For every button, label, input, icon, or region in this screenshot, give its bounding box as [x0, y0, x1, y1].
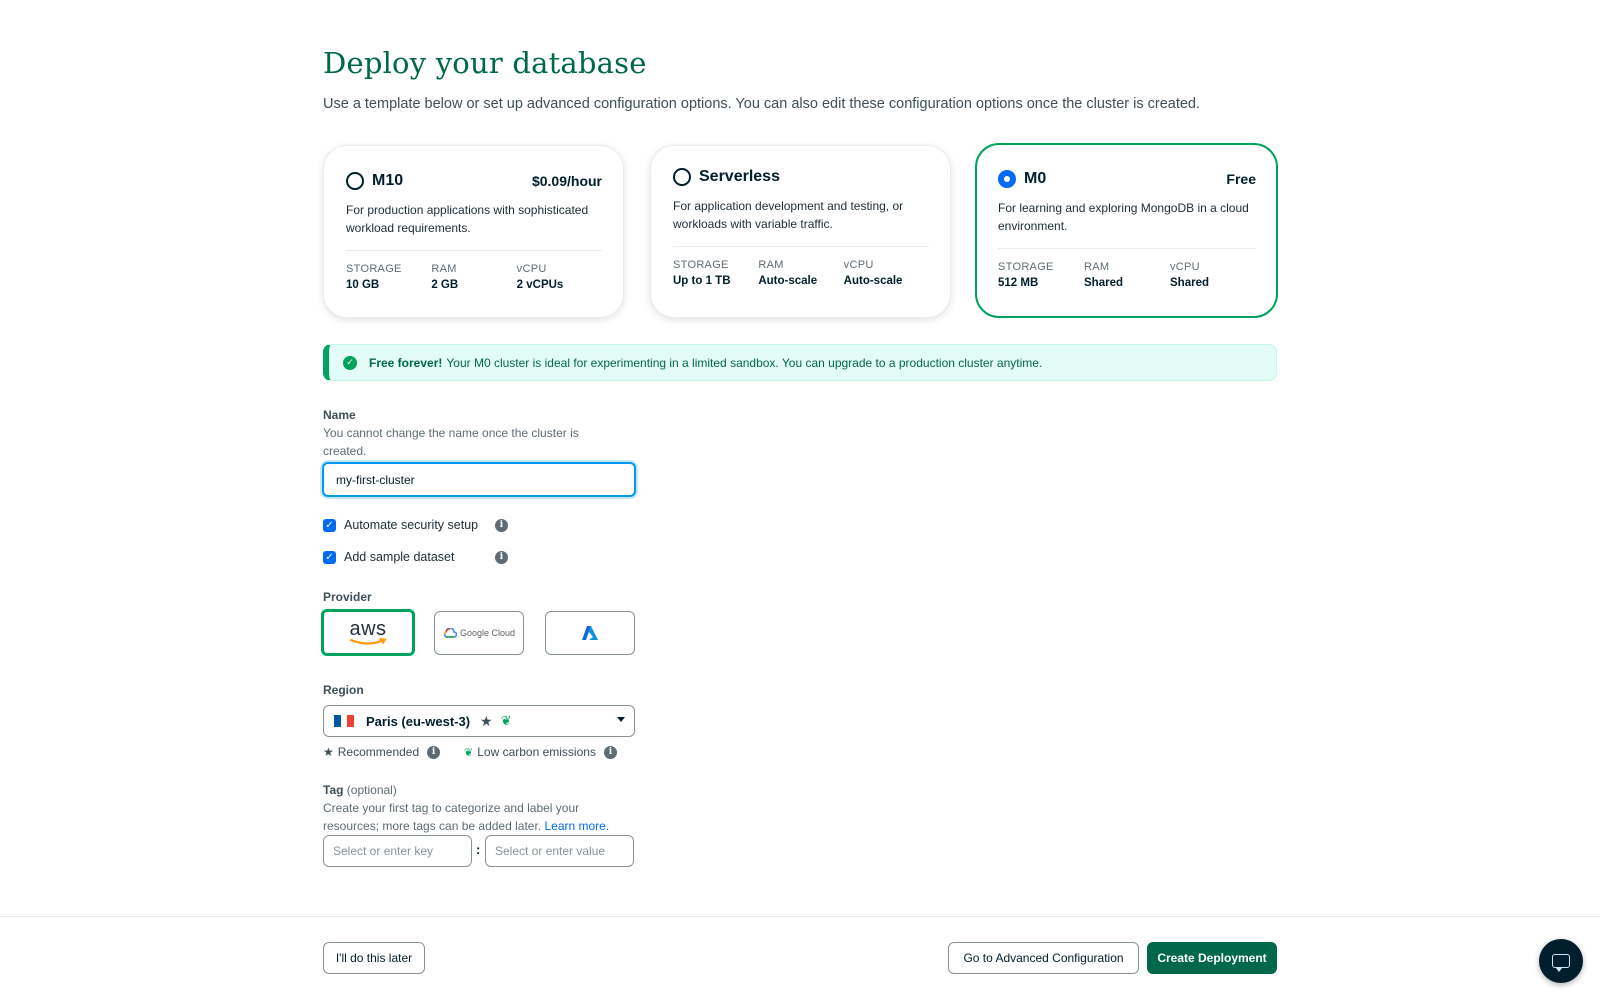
radio-m0[interactable]	[998, 170, 1016, 188]
option-label: Automate security setup	[344, 518, 479, 532]
tier-card-m10[interactable]: M10 $0.09/hour For production applicatio…	[323, 145, 624, 318]
aws-logo-icon: aws	[349, 619, 387, 646]
name-label: Name	[323, 408, 356, 422]
info-icon[interactable]: i	[427, 745, 441, 759]
checkbox-automate-security[interactable]: ✓	[323, 518, 336, 532]
name-help: You cannot change the name once the clus…	[323, 426, 579, 458]
provider-azure[interactable]	[545, 611, 635, 655]
spec-label: STORAGE	[673, 259, 729, 271]
info-icon[interactable]: i	[495, 550, 508, 564]
info-icon[interactable]: i	[495, 518, 508, 532]
tier-price: Free	[1226, 171, 1256, 187]
provider-aws[interactable]: aws	[321, 609, 415, 656]
tag-key-input[interactable]: Select or enter key	[323, 835, 472, 867]
page-title: Deploy your database	[323, 46, 647, 80]
radio-m10[interactable]	[346, 172, 364, 190]
do-later-button[interactable]: I'll do this later	[323, 942, 425, 974]
legend-label: Low carbon emissions	[477, 745, 596, 759]
tier-description: For production applications with sophist…	[346, 203, 589, 235]
cluster-name-input[interactable]	[322, 462, 636, 497]
divider	[998, 248, 1256, 249]
spec-label: vCPU	[843, 259, 874, 271]
tier-description: For learning and exploring MongoDB in a …	[998, 201, 1249, 233]
option-label: Add sample dataset	[344, 550, 455, 564]
tag-value-input[interactable]: Select or enter value	[485, 835, 634, 867]
leaf-icon: ❦	[500, 713, 512, 728]
chat-button[interactable]	[1539, 939, 1583, 983]
legend-low-carbon: ❦ Low carbon emissions i	[464, 745, 617, 759]
info-icon[interactable]: i	[603, 745, 617, 759]
spec-row: STORAGE Up to 1 TB RAM Auto-scale vCPU Auto…	[673, 259, 929, 287]
checkbox-sample-dataset[interactable]: ✓	[323, 550, 336, 564]
tier-name: M10	[372, 172, 404, 189]
tier-name: M0	[1024, 170, 1047, 187]
legend-recommended: ★ Recommended i	[323, 745, 441, 759]
spec-value: 2 vCPUs	[516, 279, 564, 291]
spec-value: 512 MB	[998, 277, 1039, 289]
divider	[673, 246, 929, 247]
spec-label: RAM	[1084, 261, 1110, 273]
sample-dataset-option[interactable]: ✓ Add sample dataset i	[323, 550, 508, 564]
spec-label: vCPU	[1170, 261, 1200, 273]
spec-value: Auto-scale	[843, 275, 903, 287]
spec-label: STORAGE	[998, 261, 1054, 273]
azure-logo-icon	[582, 626, 598, 640]
spec-row: STORAGE 10 GB RAM 2 GB vCPU 2 vCPUs	[346, 263, 602, 291]
tier-card-serverless[interactable]: Serverless For application development a…	[650, 145, 951, 318]
region-label: Region	[323, 683, 364, 697]
spec-value: Up to 1 TB	[673, 275, 731, 287]
spec-label: STORAGE	[346, 263, 402, 275]
tag-help: Create your first tag to categorize and …	[323, 801, 610, 833]
spec-label: RAM	[758, 259, 784, 271]
free-forever-banner: ✓ Free forever! Your M0 cluster is ideal…	[323, 344, 1277, 381]
region-select[interactable]: Paris (eu-west-3) ★ ❦	[323, 705, 635, 737]
spec-row: STORAGE 512 MB RAM Shared vCPU Shared	[998, 261, 1256, 289]
divider	[346, 250, 602, 251]
provider-label: Provider	[323, 590, 372, 604]
automate-security-option[interactable]: ✓ Automate security setup i	[323, 518, 508, 532]
chat-icon	[1552, 954, 1570, 972]
spec-label: RAM	[431, 263, 457, 275]
tier-price: $0.09/hour	[531, 173, 602, 189]
advanced-configuration-button[interactable]: Go to Advanced Configuration	[948, 942, 1139, 974]
tier-name: Serverless	[699, 168, 780, 185]
tag-separator: :	[476, 842, 481, 857]
learn-more-link[interactable]: Learn more.	[544, 819, 609, 833]
create-deployment-button[interactable]: Create Deployment	[1147, 942, 1277, 974]
tier-card-m0[interactable]: M0 Free For learning and exploring Mongo…	[975, 143, 1278, 318]
tag-label: Tag (optional)	[323, 783, 397, 797]
page-subtitle: Use a template below or set up advanced …	[323, 96, 1201, 112]
france-flag-icon	[334, 715, 355, 727]
google-cloud-logo-icon: Google Cloud	[443, 628, 515, 638]
tier-description: For application development and testing,…	[673, 199, 904, 231]
radio-serverless[interactable]	[673, 168, 691, 186]
spec-value: Auto-scale	[758, 275, 818, 287]
footer-bar	[0, 916, 1600, 1000]
spec-value: 10 GB	[346, 279, 380, 291]
chevron-down-icon	[617, 717, 625, 722]
star-icon: ★	[323, 745, 334, 759]
star-icon: ★	[480, 712, 493, 729]
legend-label: Recommended	[337, 745, 420, 759]
spec-label: vCPU	[516, 263, 547, 275]
leaf-icon: ❦	[464, 746, 474, 759]
spec-value: Shared	[1084, 277, 1123, 289]
region-value: Paris (eu-west-3)	[366, 713, 471, 729]
spec-value: 2 GB	[431, 279, 459, 291]
check-circle-icon: ✓	[343, 355, 357, 370]
banner-strong: Free forever!	[369, 355, 443, 370]
banner-text: Your M0 cluster is ideal for experimenti…	[446, 355, 1043, 370]
provider-google-cloud[interactable]: Google Cloud	[434, 611, 524, 655]
spec-value: Shared	[1170, 277, 1209, 289]
